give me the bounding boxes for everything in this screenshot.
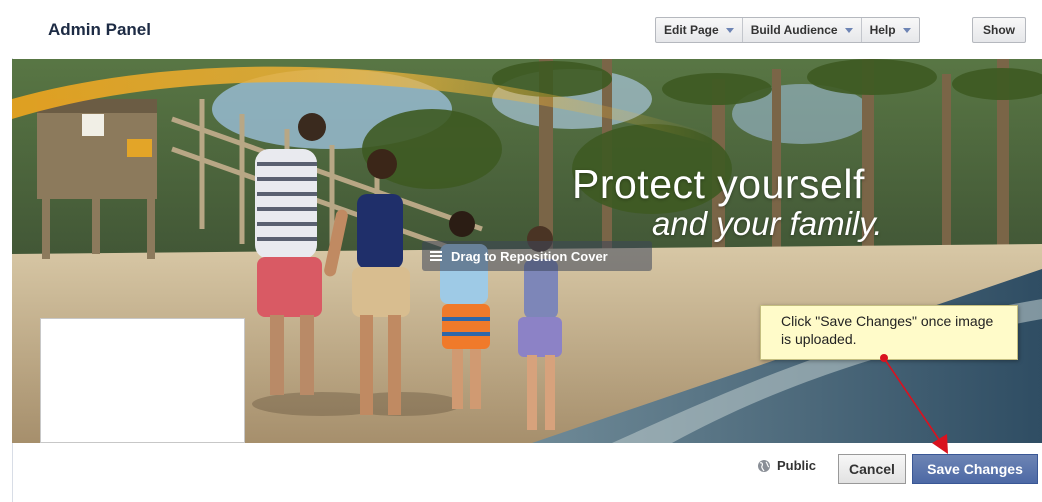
page-title: Admin Panel: [48, 20, 151, 39]
show-button[interactable]: Show: [972, 17, 1026, 43]
cover-headline: Protect yourself and your family.: [572, 161, 883, 242]
chevron-down-icon: [902, 27, 911, 33]
admin-menu-group: Edit Page Build Audience Help: [655, 17, 920, 43]
chevron-down-icon: [725, 27, 734, 33]
help-menu[interactable]: Help: [862, 18, 919, 42]
instruction-tooltip: Click "Save Changes" once image is uploa…: [760, 305, 1018, 360]
cancel-button[interactable]: Cancel: [838, 454, 906, 484]
admin-panel-header: Admin Panel Edit Page Build Audience Hel…: [0, 0, 1042, 58]
build-audience-label: Build Audience: [750, 23, 838, 37]
privacy-label: Public: [777, 458, 817, 473]
save-changes-button[interactable]: Save Changes: [912, 454, 1038, 484]
chevron-down-icon: [844, 27, 853, 33]
privacy-selector[interactable]: Public: [757, 458, 816, 473]
edit-page-menu[interactable]: Edit Page: [656, 18, 743, 42]
build-audience-menu[interactable]: Build Audience: [743, 18, 862, 42]
headline-line-2: and your family.: [652, 205, 883, 242]
drag-handle-icon: [430, 251, 442, 261]
profile-picture-placeholder[interactable]: [40, 318, 245, 443]
globe-icon: [758, 459, 770, 472]
drag-to-reposition-hint[interactable]: Drag to Reposition Cover: [422, 241, 652, 271]
help-label: Help: [869, 23, 896, 37]
headline-line-1: Protect yourself: [572, 161, 865, 207]
drag-hint-label: Drag to Reposition Cover: [451, 248, 608, 264]
edit-page-label: Edit Page: [664, 23, 719, 37]
